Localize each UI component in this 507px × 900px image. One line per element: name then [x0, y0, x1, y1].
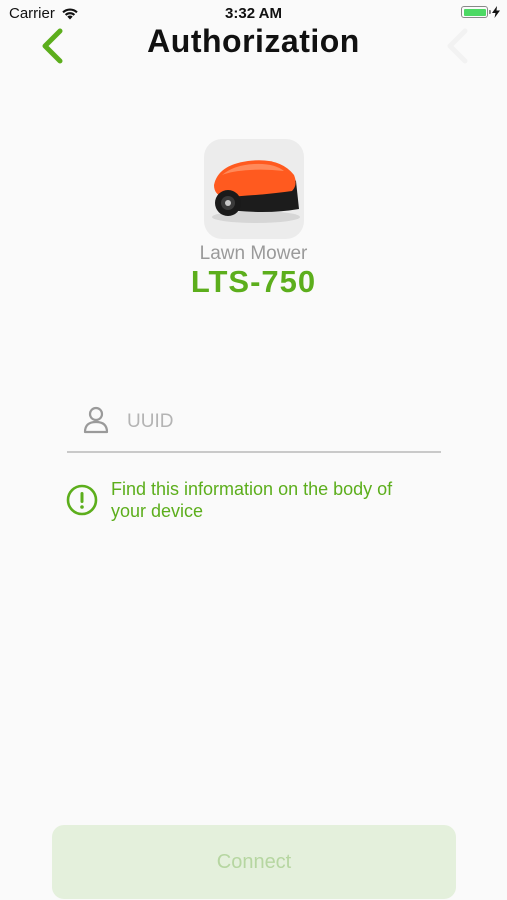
uuid-input[interactable] [125, 405, 429, 439]
uuid-field [67, 395, 441, 453]
battery-icon [461, 6, 491, 18]
page-title: Authorization [147, 23, 360, 59]
device-image [204, 139, 304, 239]
nav-bar: Authorization [0, 23, 507, 68]
device-model-label: LTS-750 [190, 264, 317, 299]
status-time: 3:32 AM [225, 5, 282, 22]
chevron-left-faded-icon [447, 28, 468, 64]
info-circle-icon [66, 484, 98, 516]
battery-group [461, 6, 500, 18]
user-icon [83, 406, 109, 434]
forward-placeholder [437, 24, 477, 68]
lawn-mower-robot [212, 160, 300, 223]
bolt-icon [492, 6, 500, 18]
hint-text: Find this information on the body of you… [111, 479, 393, 521]
connect-button[interactable]: Connect [52, 825, 456, 899]
device-type-label: Lawn Mower [199, 243, 308, 264]
